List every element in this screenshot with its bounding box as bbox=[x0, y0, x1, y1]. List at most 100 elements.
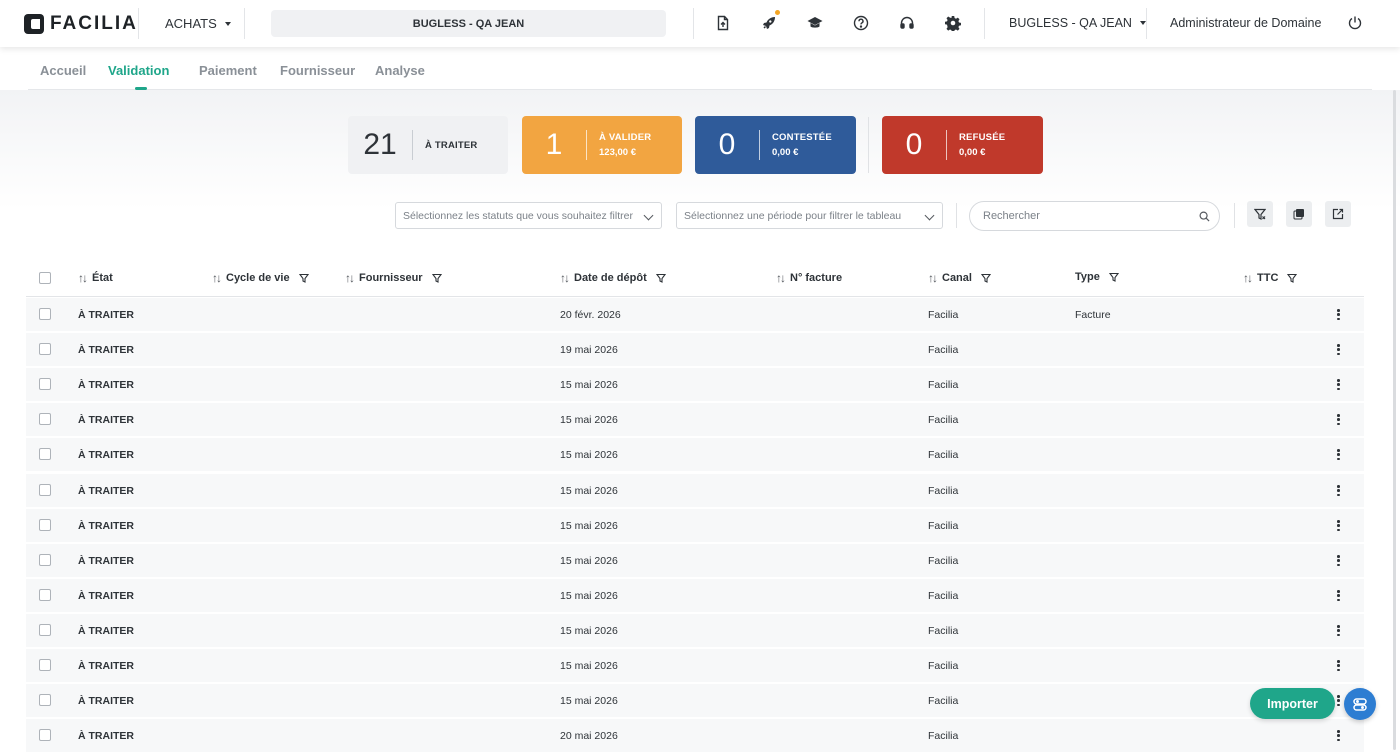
more-options-icon[interactable] bbox=[1337, 695, 1340, 706]
table-row[interactable]: À TRAITER 15 mai 2026 Facilia bbox=[26, 438, 1364, 471]
logo-text: FACILIA bbox=[50, 13, 138, 34]
tab-validation[interactable]: Validation bbox=[108, 63, 169, 78]
row-checkbox[interactable] bbox=[39, 589, 51, 601]
more-options-icon[interactable] bbox=[1337, 309, 1340, 320]
cell-date-de-depot: 15 mai 2026 bbox=[560, 590, 618, 602]
table-row[interactable]: À TRAITER 15 mai 2026 Facilia bbox=[26, 403, 1364, 436]
facilia-logo[interactable]: FACILIA bbox=[24, 13, 138, 35]
import-button[interactable]: Importer bbox=[1250, 688, 1335, 719]
divider bbox=[586, 130, 587, 160]
kpi-label: À TRAITER bbox=[425, 139, 478, 151]
more-options-icon[interactable] bbox=[1337, 730, 1340, 741]
column-header-canal[interactable]: ↑↓ Canal bbox=[928, 271, 991, 285]
column-header-ttc[interactable]: ↑↓ TTC bbox=[1243, 271, 1298, 285]
row-checkbox[interactable] bbox=[39, 554, 51, 566]
rocket-icon[interactable] bbox=[760, 10, 780, 32]
tab-fournisseur[interactable]: Fournisseur bbox=[280, 63, 355, 78]
filter-icon[interactable] bbox=[431, 273, 442, 283]
more-options-icon[interactable] bbox=[1337, 660, 1340, 671]
company-selector-dropdown[interactable]: BUGLESS - QA JEAN bbox=[1009, 16, 1146, 30]
divider bbox=[1234, 203, 1235, 228]
current-company-display: BUGLESS - QA JEAN bbox=[271, 10, 666, 37]
cell-canal: Facilia bbox=[928, 660, 959, 672]
more-options-icon[interactable] bbox=[1337, 590, 1340, 601]
sort-icon: ↑↓ bbox=[1243, 271, 1253, 285]
row-checkbox[interactable] bbox=[39, 729, 51, 741]
row-checkbox[interactable] bbox=[39, 413, 51, 425]
cell-date-de-depot: 15 mai 2026 bbox=[560, 520, 618, 532]
kpi-card-refusee[interactable]: 0 REFUSÉE 0,00 € bbox=[882, 116, 1043, 174]
divider bbox=[956, 203, 957, 228]
kpi-card-a-valider[interactable]: 1 À VALIDER 123,00 € bbox=[522, 116, 682, 174]
column-header-etat[interactable]: ↑↓ État bbox=[78, 271, 113, 285]
export-button[interactable] bbox=[1325, 201, 1351, 227]
cell-date-de-depot: 15 mai 2026 bbox=[560, 414, 618, 426]
row-checkbox[interactable] bbox=[39, 343, 51, 355]
table-row[interactable]: À TRAITER 19 mai 2026 Facilia bbox=[26, 333, 1364, 366]
cell-canal: Facilia bbox=[928, 379, 959, 391]
row-checkbox[interactable] bbox=[39, 448, 51, 460]
scrollbar[interactable] bbox=[1393, 90, 1396, 750]
cell-date-de-depot: 19 mai 2026 bbox=[560, 344, 618, 356]
row-checkbox[interactable] bbox=[39, 484, 51, 496]
row-checkbox[interactable] bbox=[39, 624, 51, 636]
table-row[interactable]: À TRAITER 15 mai 2026 Facilia bbox=[26, 579, 1364, 612]
filter-icon[interactable] bbox=[1108, 272, 1119, 282]
tab-paiement[interactable]: Paiement bbox=[199, 63, 257, 78]
column-header-cycle-de-vie[interactable]: ↑↓ Cycle de vie bbox=[212, 271, 309, 285]
graduation-cap-icon[interactable] bbox=[806, 14, 824, 32]
table-row[interactable]: À TRAITER 20 mai 2026 Facilia bbox=[26, 719, 1364, 752]
table-row[interactable]: À TRAITER 15 mai 2026 Facilia bbox=[26, 544, 1364, 577]
tab-analyse[interactable]: Analyse bbox=[375, 63, 425, 78]
more-options-icon[interactable] bbox=[1337, 414, 1340, 425]
tab-accueil[interactable]: Accueil bbox=[40, 63, 86, 78]
column-header-fournisseur[interactable]: ↑↓ Fournisseur bbox=[345, 271, 442, 285]
table-row[interactable]: À TRAITER 15 mai 2026 Facilia bbox=[26, 684, 1364, 717]
more-options-icon[interactable] bbox=[1337, 379, 1340, 390]
row-checkbox[interactable] bbox=[39, 694, 51, 706]
more-options-icon[interactable] bbox=[1337, 520, 1340, 531]
table-row[interactable]: À TRAITER 15 mai 2026 Facilia bbox=[26, 368, 1364, 401]
table-row[interactable]: À TRAITER 15 mai 2026 Facilia bbox=[26, 474, 1364, 507]
cell-etat: À TRAITER bbox=[78, 379, 134, 391]
kpi-card-contestee[interactable]: 0 CONTESTÉE 0,00 € bbox=[695, 116, 856, 174]
headset-icon[interactable] bbox=[898, 14, 916, 32]
clear-filters-button[interactable] bbox=[1247, 201, 1273, 227]
table-row[interactable]: À TRAITER 15 mai 2026 Facilia bbox=[26, 509, 1364, 542]
row-checkbox[interactable] bbox=[39, 308, 51, 320]
table-row[interactable]: À TRAITER 15 mai 2026 Facilia bbox=[26, 649, 1364, 682]
filter-icon[interactable] bbox=[655, 273, 666, 283]
more-options-icon[interactable] bbox=[1337, 344, 1340, 355]
search-input[interactable]: Rechercher bbox=[969, 201, 1220, 231]
filter-icon[interactable] bbox=[980, 273, 991, 283]
column-header-numero-facture[interactable]: ↑↓ N° facture bbox=[776, 271, 842, 285]
column-header-type[interactable]: Type bbox=[1075, 271, 1119, 283]
chat-support-button[interactable] bbox=[1344, 688, 1376, 720]
row-checkbox[interactable] bbox=[39, 659, 51, 671]
kpi-card-a-traiter[interactable]: 21 À TRAITER bbox=[348, 116, 508, 174]
table-row[interactable]: À TRAITER 15 mai 2026 Facilia bbox=[26, 614, 1364, 647]
more-options-icon[interactable] bbox=[1337, 449, 1340, 460]
more-options-icon[interactable] bbox=[1337, 625, 1340, 636]
document-upload-icon[interactable] bbox=[714, 14, 732, 32]
power-icon[interactable] bbox=[1346, 14, 1364, 32]
row-checkbox[interactable] bbox=[39, 378, 51, 390]
period-filter-select[interactable]: Sélectionnez une période pour filtrer le… bbox=[676, 202, 943, 229]
cell-canal: Facilia bbox=[928, 730, 959, 742]
column-header-date-de-depot[interactable]: ↑↓ Date de dépôt bbox=[560, 271, 666, 285]
user-name[interactable]: Administrateur de Domaine bbox=[1170, 16, 1321, 30]
gear-icon[interactable] bbox=[944, 14, 962, 32]
filter-icon[interactable] bbox=[1287, 273, 1298, 283]
more-options-icon[interactable] bbox=[1337, 555, 1340, 566]
select-all-checkbox[interactable] bbox=[39, 272, 51, 284]
status-filter-select[interactable]: Sélectionnez les statuts que vous souhai… bbox=[395, 202, 662, 229]
module-menu-dropdown[interactable]: ACHATS bbox=[165, 16, 231, 31]
help-icon[interactable] bbox=[852, 14, 870, 32]
copy-button[interactable] bbox=[1286, 201, 1312, 227]
table-row[interactable]: À TRAITER 20 févr. 2026 Facilia Facture bbox=[26, 298, 1364, 331]
row-checkbox[interactable] bbox=[39, 519, 51, 531]
cell-date-de-depot: 15 mai 2026 bbox=[560, 485, 618, 497]
chevron-down-icon bbox=[643, 210, 654, 221]
more-options-icon[interactable] bbox=[1337, 485, 1340, 496]
filter-icon[interactable] bbox=[298, 273, 309, 283]
